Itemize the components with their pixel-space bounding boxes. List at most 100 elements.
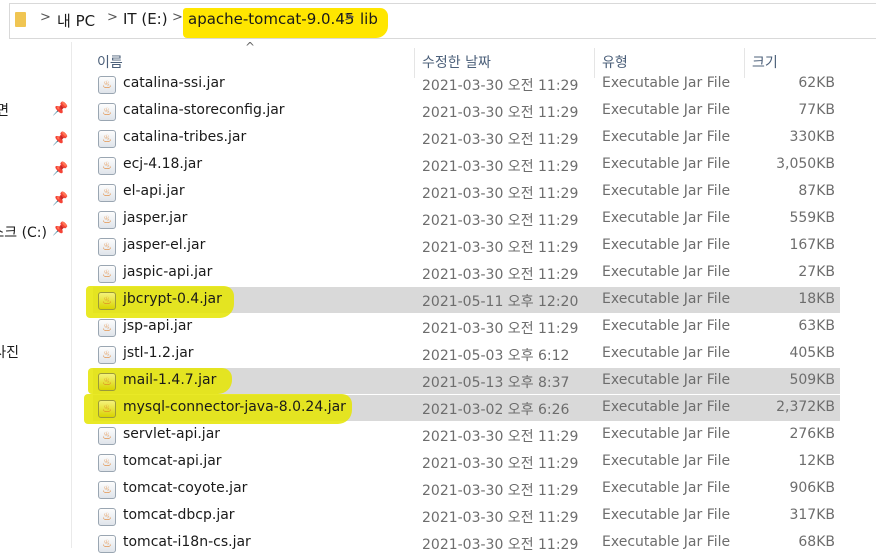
file-date: 2021-03-30 오전 11:29 — [422, 159, 579, 175]
jar-file-icon: ♨ — [98, 103, 116, 121]
file-name: tomcat-api.jar — [123, 453, 222, 469]
file-row[interactable]: ♨ jsp-api.jar 2021-03-30 오전 11:29 Executabl… — [93, 314, 840, 341]
pin-icon[interactable]: 📌 — [52, 132, 68, 147]
file-type: Executable Jar File — [602, 399, 731, 415]
file-name: catalina-tribes.jar — [123, 129, 247, 145]
file-date: 2021-03-30 오전 11:29 — [422, 105, 579, 121]
column-type[interactable]: 유형 — [602, 52, 628, 72]
file-date: 2021-03-30 오전 11:29 — [422, 456, 579, 472]
file-name: tomcat-coyote.jar — [123, 480, 248, 496]
file-size: 509KB — [789, 372, 835, 388]
file-type: Executable Jar File — [602, 75, 731, 91]
file-size: 77KB — [798, 102, 835, 118]
file-row[interactable]: ♨ ecj-4.18.jar 2021-03-30 오전 11:29 Executab… — [93, 152, 840, 179]
breadcrumb-this-pc[interactable]: 내 PC — [57, 10, 95, 31]
breadcrumb-drive[interactable]: IT (E:) — [123, 10, 168, 28]
jar-file-icon: ♨ — [98, 346, 116, 364]
file-type: Executable Jar File — [602, 453, 731, 469]
breadcrumb-lib[interactable]: lib — [360, 10, 378, 28]
file-size: 167KB — [789, 237, 835, 253]
file-row[interactable]: ♨ jbcrypt-0.4.jar 2021-05-11 오후 12:20 Execu… — [93, 287, 840, 314]
file-type: Executable Jar File — [602, 426, 731, 442]
file-date: 2021-03-30 오전 11:29 — [422, 321, 579, 337]
file-size: 906KB — [789, 480, 835, 496]
file-name: jaspic-api.jar — [123, 264, 213, 280]
file-type: Executable Jar File — [602, 156, 731, 172]
nav-item-pictures[interactable]: 사진 — [0, 342, 19, 362]
pin-icon[interactable]: 📌 — [52, 192, 68, 207]
chevron-right-icon: > — [172, 10, 183, 25]
file-row[interactable]: ♨ catalina-tribes.jar 2021-03-30 오전 11:29 E… — [93, 125, 840, 152]
jar-file-icon: ♨ — [98, 400, 116, 418]
file-name: jbcrypt-0.4.jar — [123, 291, 222, 307]
file-type: Executable Jar File — [602, 480, 731, 496]
file-row[interactable]: ♨ jasper.jar 2021-03-30 오전 11:29 Executable… — [93, 206, 840, 233]
jar-file-icon: ♨ — [98, 211, 116, 229]
file-name: servlet-api.jar — [123, 426, 221, 442]
file-row[interactable]: ♨ tomcat-coyote.jar 2021-03-30 오전 11:29 Exe… — [93, 476, 840, 503]
chevron-right-icon: > — [107, 10, 118, 25]
file-type: Executable Jar File — [602, 129, 731, 145]
file-row[interactable]: ♨ tomcat-api.jar 2021-03-30 오전 11:29 Execut… — [93, 449, 840, 476]
file-size: 18KB — [798, 291, 835, 307]
file-row[interactable]: ♨ tomcat-i18n-cs.jar 2021-03-30 오전 11:29 Ex… — [93, 530, 840, 557]
file-size: 12KB — [798, 453, 835, 469]
file-name: tomcat-dbcp.jar — [123, 507, 235, 523]
file-name: catalina-storeconfig.jar — [123, 102, 285, 118]
file-date: 2021-03-02 오후 6:26 — [422, 402, 570, 418]
file-row[interactable]: ♨ jaspic-api.jar 2021-03-30 오전 11:29 Execut… — [93, 260, 840, 287]
file-date: 2021-05-13 오후 8:37 — [422, 375, 570, 391]
jar-file-icon: ♨ — [98, 292, 116, 310]
nav-item-drive-c[interactable]: 스크 (C:) — [0, 222, 47, 242]
jar-file-icon: ♨ — [98, 157, 116, 175]
file-row[interactable]: ♨ jstl-1.2.jar 2021-05-03 오후 6:12 Executabl… — [93, 341, 840, 368]
jar-file-icon: ♨ — [98, 427, 116, 445]
file-row[interactable]: ♨ jasper-el.jar 2021-03-30 오전 11:29 Executa… — [93, 233, 840, 260]
file-type: Executable Jar File — [602, 372, 731, 388]
jar-file-icon: ♨ — [98, 265, 116, 283]
file-date: 2021-03-30 오전 11:29 — [422, 537, 579, 553]
file-date: 2021-05-03 오후 6:12 — [422, 348, 570, 364]
file-type: Executable Jar File — [602, 210, 731, 226]
breadcrumb-tomcat[interactable]: apache-tomcat-9.0.45 — [188, 10, 354, 28]
file-name: el-api.jar — [123, 183, 185, 199]
column-date[interactable]: 수정한 날짜 — [422, 52, 491, 72]
jar-file-icon: ♨ — [98, 76, 116, 94]
jar-file-icon: ♨ — [98, 481, 116, 499]
file-name: ecj-4.18.jar — [123, 156, 203, 172]
file-row[interactable]: ♨ mail-1.4.7.jar 2021-05-13 오후 8:37 Executa… — [93, 368, 840, 395]
file-name: jasper.jar — [123, 210, 188, 226]
chevron-right-icon: > — [40, 10, 51, 25]
file-date: 2021-03-30 오전 11:29 — [422, 429, 579, 445]
file-row[interactable]: ♨ tomcat-dbcp.jar 2021-03-30 오전 11:29 Execu… — [93, 503, 840, 530]
file-type: Executable Jar File — [602, 264, 731, 280]
file-name: jstl-1.2.jar — [123, 345, 194, 361]
file-type: Executable Jar File — [602, 291, 731, 307]
pin-icon[interactable]: 📌 — [52, 102, 68, 117]
file-size: 27KB — [798, 264, 835, 280]
jar-file-icon: ♨ — [98, 508, 116, 526]
file-name: catalina-ssi.jar — [123, 75, 225, 91]
pin-icon[interactable]: 📌 — [52, 162, 68, 177]
file-size: 87KB — [798, 183, 835, 199]
jar-file-icon: ♨ — [98, 535, 116, 553]
file-date: 2021-03-30 오전 11:29 — [422, 483, 579, 499]
file-date: 2021-03-30 오전 11:29 — [422, 267, 579, 283]
file-row[interactable]: ♨ el-api.jar 2021-03-30 오전 11:29 Executable… — [93, 179, 840, 206]
jar-file-icon: ♨ — [98, 454, 116, 472]
file-row[interactable]: ♨ servlet-api.jar 2021-03-30 오전 11:29 Execu… — [93, 422, 840, 449]
column-size[interactable]: 크기 — [752, 52, 778, 72]
file-size: 62KB — [798, 75, 835, 91]
nav-item[interactable]: 면 — [0, 100, 9, 120]
file-size: 559KB — [789, 210, 835, 226]
jar-file-icon: ♨ — [98, 130, 116, 148]
file-type: Executable Jar File — [602, 183, 731, 199]
pin-icon[interactable]: 📌 — [52, 222, 68, 237]
file-type: Executable Jar File — [602, 345, 731, 361]
file-row[interactable]: ♨ catalina-storeconfig.jar 2021-03-30 오전 1… — [93, 98, 840, 125]
file-row[interactable]: ♨ mysql-connector-java-8.0.24.jar 2021-03-… — [93, 395, 840, 422]
file-name: jsp-api.jar — [123, 318, 193, 334]
file-row[interactable]: ♨ catalina-ssi.jar 2021-03-30 오전 11:29 Exec… — [93, 71, 840, 98]
file-type: Executable Jar File — [602, 318, 731, 334]
column-name[interactable]: 이름 — [97, 52, 123, 72]
